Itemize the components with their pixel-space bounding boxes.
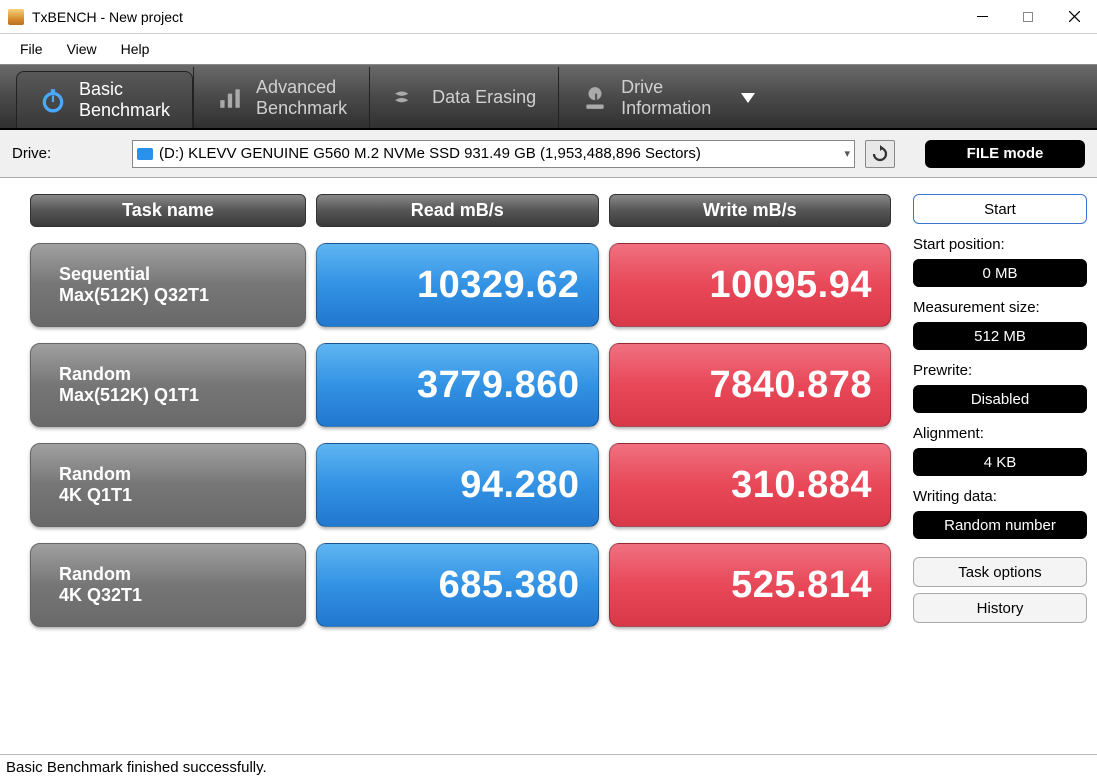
- read-value[interactable]: 685.380: [316, 543, 599, 627]
- sidebar: Start Start position: 0 MB Measurement s…: [913, 194, 1087, 754]
- maximize-button[interactable]: [1005, 3, 1051, 31]
- drive-select[interactable]: (D:) KLEVV GENUINE G560 M.2 NVMe SSD 931…: [132, 140, 855, 168]
- main-content: Task name Read mB/s Write mB/s Sequentia…: [0, 178, 1097, 754]
- table-row: Random 4K Q1T1 94.280 310.884: [30, 443, 891, 527]
- task-params: 4K Q1T1: [59, 485, 305, 506]
- label-writing-data: Writing data:: [913, 488, 1087, 505]
- file-mode-button[interactable]: FILE mode: [925, 140, 1085, 168]
- task-name: Random: [59, 564, 305, 585]
- read-value[interactable]: 94.280: [316, 443, 599, 527]
- value-writing-data[interactable]: Random number: [913, 511, 1087, 539]
- close-button[interactable]: [1051, 3, 1097, 31]
- read-value[interactable]: 10329.62: [316, 243, 599, 327]
- chevron-down-icon: ▾: [844, 147, 850, 160]
- erase-icon: [392, 84, 420, 112]
- table-row: Sequential Max(512K) Q32T1 10329.62 1009…: [30, 243, 891, 327]
- titlebar: TxBENCH - New project: [0, 0, 1097, 34]
- label-measurement-size: Measurement size:: [913, 299, 1087, 316]
- task-options-button[interactable]: Task options: [913, 557, 1087, 587]
- label-prewrite: Prewrite:: [913, 362, 1087, 379]
- drive-icon: [581, 84, 609, 112]
- menu-view[interactable]: View: [55, 37, 109, 61]
- tabbar: BasicBenchmark AdvancedBenchmark Data Er…: [0, 64, 1097, 130]
- menu-help[interactable]: Help: [109, 37, 162, 61]
- task-params: 4K Q32T1: [59, 585, 305, 606]
- menubar: File View Help: [0, 34, 1097, 64]
- minimize-button[interactable]: [959, 3, 1005, 31]
- results-table: Task name Read mB/s Write mB/s Sequentia…: [18, 194, 913, 754]
- drive-label: Drive:: [12, 145, 122, 162]
- col-task: Task name: [30, 194, 306, 227]
- statusbar: Basic Benchmark finished successfully.: [0, 754, 1097, 780]
- label-alignment: Alignment:: [913, 425, 1087, 442]
- tab-data-erasing[interactable]: Data Erasing: [369, 67, 558, 128]
- col-read: Read mB/s: [316, 194, 599, 227]
- task-name: Sequential: [59, 264, 305, 285]
- task-cell[interactable]: Sequential Max(512K) Q32T1: [30, 243, 306, 327]
- tab-basic-benchmark[interactable]: BasicBenchmark: [16, 71, 193, 128]
- write-value[interactable]: 310.884: [609, 443, 892, 527]
- write-value[interactable]: 10095.94: [609, 243, 892, 327]
- label-start-position: Start position:: [913, 236, 1087, 253]
- tabs-overflow-button[interactable]: [733, 67, 763, 128]
- task-cell[interactable]: Random 4K Q1T1: [30, 443, 306, 527]
- tab-label: Data Erasing: [432, 87, 536, 108]
- tab-drive-information[interactable]: DriveInformation: [558, 67, 733, 128]
- bars-icon: [216, 84, 244, 112]
- col-write: Write mB/s: [609, 194, 892, 227]
- tab-label: Basic: [79, 79, 170, 100]
- task-params: Max(512K) Q1T1: [59, 385, 305, 406]
- table-row: Random 4K Q32T1 685.380 525.814: [30, 543, 891, 627]
- write-value[interactable]: 525.814: [609, 543, 892, 627]
- value-alignment[interactable]: 4 KB: [913, 448, 1087, 476]
- window-controls: [959, 3, 1097, 31]
- drive-selected-text: (D:) KLEVV GENUINE G560 M.2 NVMe SSD 931…: [159, 145, 701, 162]
- task-cell[interactable]: Random Max(512K) Q1T1: [30, 343, 306, 427]
- table-header-row: Task name Read mB/s Write mB/s: [30, 194, 891, 227]
- tab-label: Benchmark: [256, 98, 347, 119]
- task-cell[interactable]: Random 4K Q32T1: [30, 543, 306, 627]
- status-text: Basic Benchmark finished successfully.: [6, 759, 267, 776]
- history-button[interactable]: History: [913, 593, 1087, 623]
- tab-label: Information: [621, 98, 711, 119]
- menu-file[interactable]: File: [8, 37, 55, 61]
- tab-label: Advanced: [256, 77, 347, 98]
- table-row: Random Max(512K) Q1T1 3779.860 7840.878: [30, 343, 891, 427]
- refresh-icon: [871, 145, 889, 163]
- window-title: TxBENCH - New project: [32, 9, 959, 25]
- tab-label: Benchmark: [79, 100, 170, 121]
- value-start-position[interactable]: 0 MB: [913, 259, 1087, 287]
- stopwatch-icon: [39, 86, 67, 114]
- value-prewrite[interactable]: Disabled: [913, 385, 1087, 413]
- task-name: Random: [59, 364, 305, 385]
- write-value[interactable]: 7840.878: [609, 343, 892, 427]
- value-measurement-size[interactable]: 512 MB: [913, 322, 1087, 350]
- tab-advanced-benchmark[interactable]: AdvancedBenchmark: [193, 67, 369, 128]
- tab-label: Drive: [621, 77, 711, 98]
- task-name: Random: [59, 464, 305, 485]
- refresh-button[interactable]: [865, 140, 895, 168]
- start-button[interactable]: Start: [913, 194, 1087, 224]
- app-icon: [8, 9, 24, 25]
- task-params: Max(512K) Q32T1: [59, 285, 305, 306]
- drive-device-icon: [137, 148, 153, 160]
- drive-row: Drive: (D:) KLEVV GENUINE G560 M.2 NVMe …: [0, 130, 1097, 178]
- read-value[interactable]: 3779.860: [316, 343, 599, 427]
